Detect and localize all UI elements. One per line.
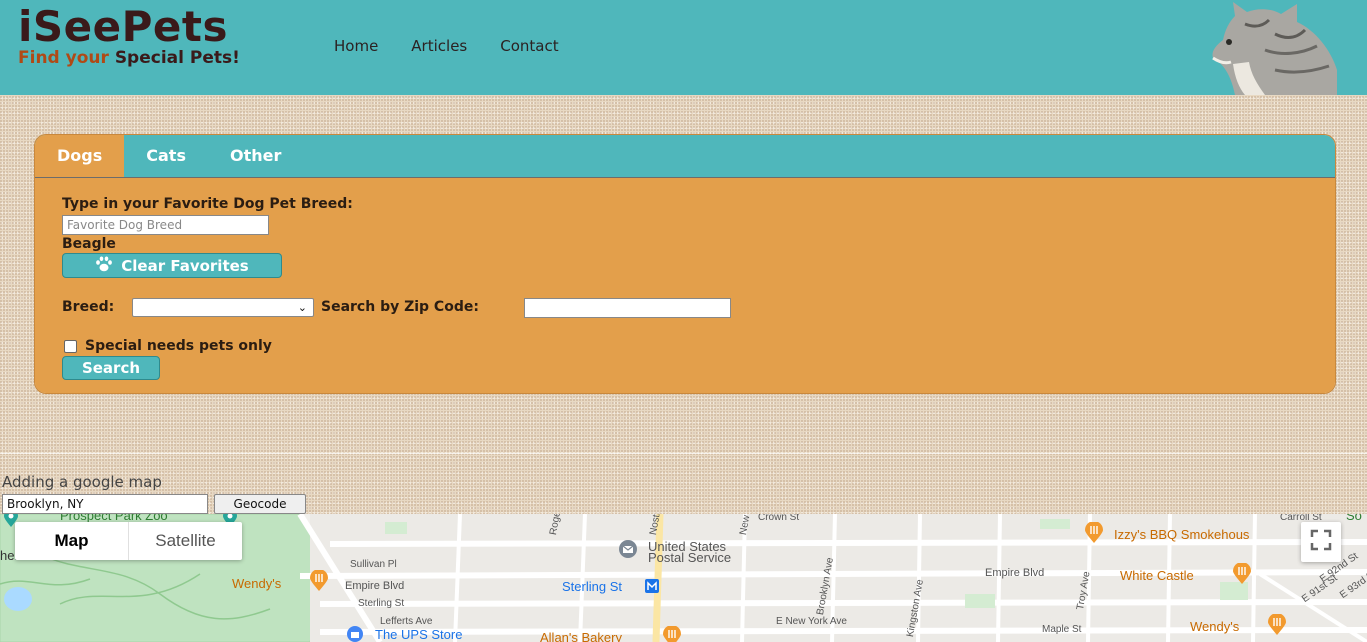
map-label-sterling-st-station: Sterling St <box>562 579 622 594</box>
google-map[interactable]: Prospect Park Zoo Sullivan Pl Empire Blv… <box>0 514 1367 642</box>
breed-label: Breed: <box>62 299 115 315</box>
chevron-down-icon: ⌄ <box>297 301 307 314</box>
bakery-pin-icon[interactable] <box>662 625 682 642</box>
map-section-heading: Adding a google map <box>2 473 162 491</box>
tagline-part-2: Special Pets! <box>114 48 240 68</box>
fullscreen-icon <box>1310 529 1332 555</box>
map-label-allans-bakery: Allan's Bakery <box>540 630 622 642</box>
nav-articles-link[interactable]: Articles <box>411 37 467 55</box>
map-label-wendys-west: Wendy's <box>232 576 282 591</box>
map-label-ups-store: The UPS Store <box>375 627 463 642</box>
section-divider <box>0 453 1367 454</box>
postal-icon[interactable] <box>618 539 638 564</box>
zip-code-input[interactable] <box>524 298 731 318</box>
tab-other[interactable]: Other <box>208 135 303 177</box>
map-label-empire-blvd-west: Empire Blvd <box>345 580 405 592</box>
address-input[interactable] <box>2 494 208 514</box>
site-header: iSeePets Find your Special Pets! Home Ar… <box>0 0 1367 95</box>
special-needs-label: Special needs pets only <box>85 338 272 354</box>
breed-selected-value <box>133 303 137 317</box>
wendys-east-pin-icon[interactable] <box>1267 613 1287 641</box>
map-label-izzys-bbq: Izzy's BBQ Smokehous <box>1114 527 1250 542</box>
dogs-tab-content: Type in your Favorite Dog Pet Breed: Bea… <box>35 177 1335 393</box>
map-label-crown-st: Crown St <box>758 514 800 523</box>
map-label-maple-st: Maple St <box>1042 624 1082 635</box>
map-label-usps-line-2: Postal Service <box>648 550 732 565</box>
cat-photo <box>1205 0 1337 95</box>
geocode-button[interactable]: Geocode <box>214 494 306 514</box>
restaurant-pin-icon[interactable] <box>309 569 329 597</box>
map-label-lefferts-ave: Lefferts Ave <box>380 616 433 627</box>
special-needs-checkbox[interactable] <box>64 340 77 353</box>
map-label-edge-south: So <box>1346 514 1362 523</box>
map-label-e-new-york-ave: E New York Ave <box>776 616 847 627</box>
map-type-map-button[interactable]: Map <box>15 522 129 560</box>
search-button[interactable]: Search <box>62 356 160 380</box>
izzys-pin-icon[interactable] <box>1084 521 1104 549</box>
favorite-breed-input[interactable] <box>62 215 269 235</box>
search-button-label: Search <box>81 359 141 377</box>
pet-search-panel: Dogs Cats Other Type in your Favorite Do… <box>34 134 1336 394</box>
brand-tagline: Find your Special Pets! <box>18 48 240 68</box>
map-label-white-castle: White Castle <box>1120 568 1194 583</box>
shopping-icon[interactable] <box>346 625 364 642</box>
brand-logo[interactable]: iSeePets <box>18 2 228 51</box>
tab-dogs[interactable]: Dogs <box>35 135 125 177</box>
clear-favorites-button[interactable]: Clear Favorites <box>62 253 282 278</box>
tab-cats[interactable]: Cats <box>124 135 208 177</box>
favorite-breed-value: Beagle <box>62 236 116 252</box>
favorite-breed-label: Type in your Favorite Dog Pet Breed: <box>62 196 353 212</box>
paw-icon <box>95 256 113 276</box>
map-label-empire-blvd-east: Empire Blvd <box>985 567 1045 579</box>
map-label-wendys-east: Wendy's <box>1190 619 1240 634</box>
breed-select[interactable]: ⌄ <box>132 298 314 317</box>
nav-home-link[interactable]: Home <box>334 37 378 55</box>
nav-contact-link[interactable]: Contact <box>500 37 558 55</box>
subway-icon[interactable] <box>644 578 660 599</box>
white-castle-pin-icon[interactable] <box>1232 562 1252 590</box>
map-type-control: Map Satellite <box>15 522 242 560</box>
zip-code-label: Search by Zip Code: <box>321 299 479 315</box>
map-type-satellite-button[interactable]: Satellite <box>129 522 242 560</box>
clear-favorites-label: Clear Favorites <box>121 256 249 275</box>
fullscreen-button[interactable] <box>1301 522 1341 562</box>
pet-type-tabs: Dogs Cats Other <box>35 135 1335 177</box>
tagline-part-1: Find your <box>18 48 109 68</box>
map-label-sterling-st: Sterling St <box>358 598 405 609</box>
map-label-sullivan-pl: Sullivan Pl <box>350 559 397 570</box>
main-nav: Home Articles Contact <box>334 37 559 55</box>
